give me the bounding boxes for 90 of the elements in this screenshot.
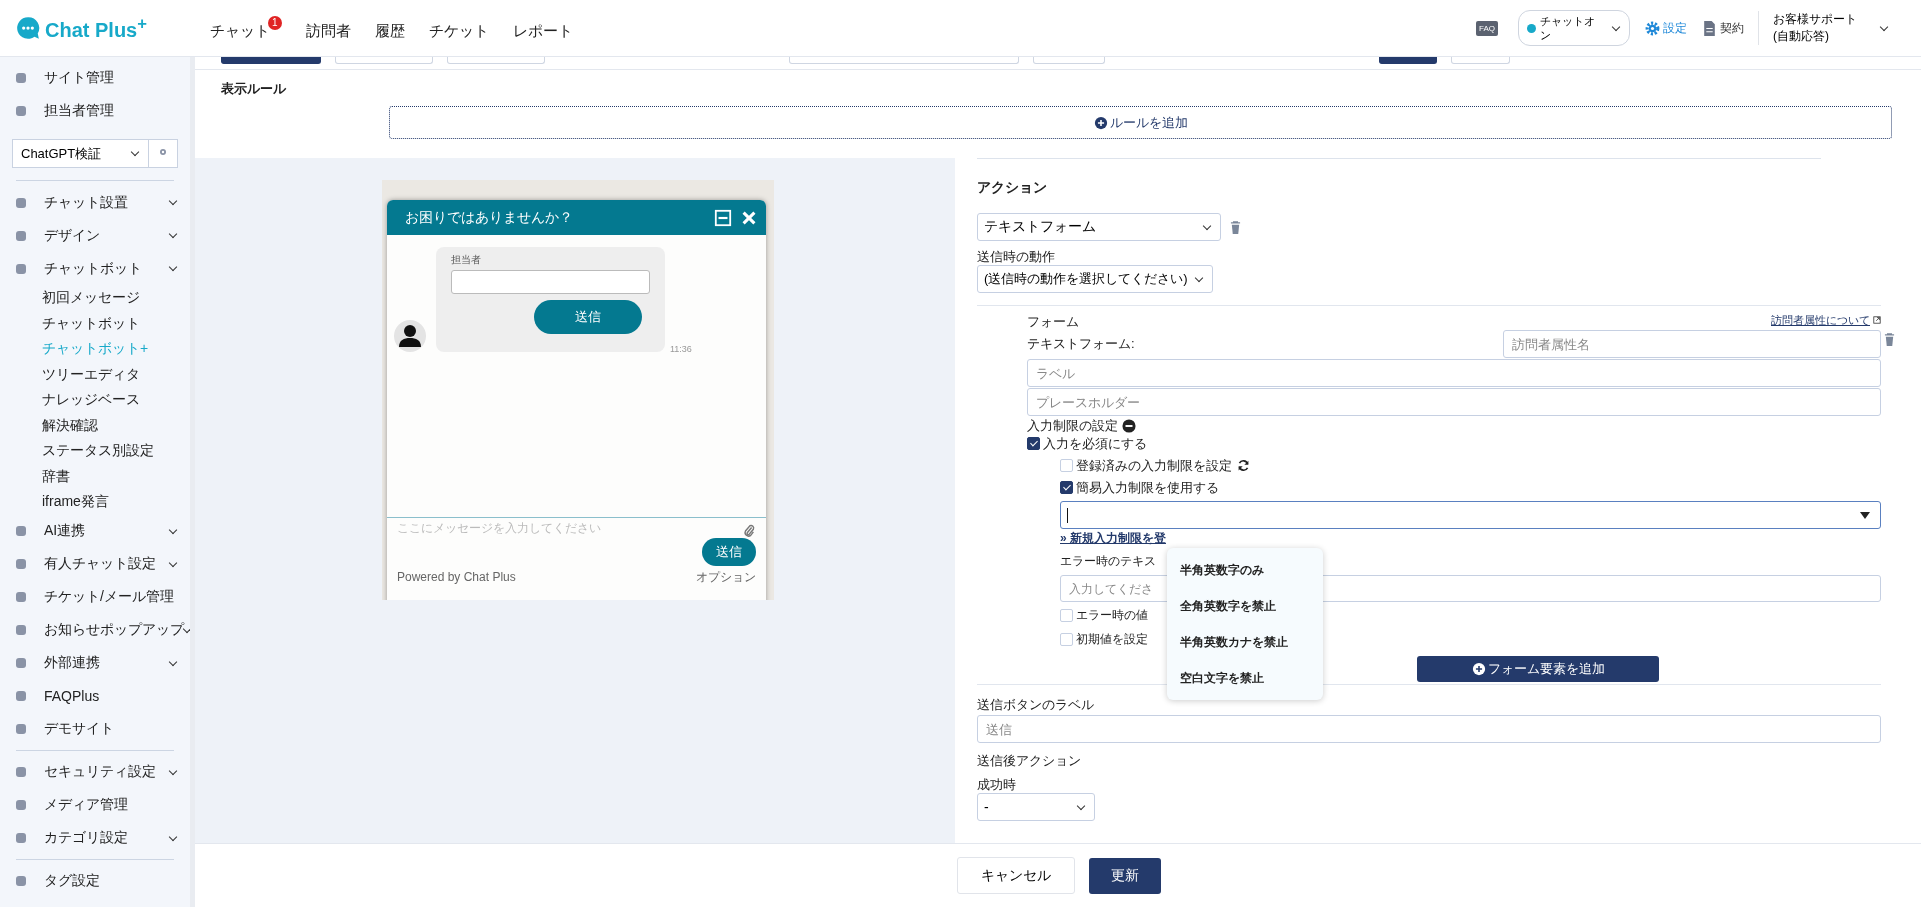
cancel-button[interactable]: キャンセル: [957, 857, 1075, 894]
faq-icon[interactable]: FAQ: [1476, 20, 1498, 36]
attribute-help-link[interactable]: 訪問者属性について: [1771, 312, 1870, 328]
send-button[interactable]: 送信: [702, 538, 756, 566]
section-title: 表示ルール: [221, 80, 287, 98]
avatar-icon: [394, 320, 426, 352]
trash-icon[interactable]: [1230, 220, 1241, 234]
sidebar-item[interactable]: チャットボット: [0, 252, 190, 285]
send-button[interactable]: 送信: [534, 300, 642, 334]
powered-by-text: Powered by Chat Plus: [397, 570, 516, 585]
field-label: テキストフォーム:: [1027, 336, 1135, 352]
input-field[interactable]: [451, 270, 650, 294]
success-action-select[interactable]: -: [977, 793, 1095, 821]
plus-circle-icon: [1093, 115, 1108, 130]
sidebar-item[interactable]: メディア管理: [0, 788, 190, 822]
sidebar-subitem[interactable]: ステータス別設定: [0, 438, 190, 464]
sidebar-item[interactable]: FAQPlus: [0, 679, 190, 713]
field-label: 送信時の動作: [977, 249, 1056, 265]
contract-link[interactable]: 契約: [1701, 19, 1744, 37]
minimize-icon[interactable]: [714, 208, 732, 227]
status-select[interactable]: チャットオン: [1518, 10, 1630, 46]
chat-title: お困りではありませんか？: [405, 208, 573, 227]
sidebar-item[interactable]: セキュリティ設定: [0, 755, 190, 789]
sidebar-item[interactable]: カテゴリ設定: [0, 821, 190, 855]
plus-circle-icon: [1471, 662, 1486, 676]
message-time: 11:36: [670, 344, 692, 354]
sidebar-item[interactable]: AI連携: [0, 514, 190, 548]
sidebar-subitem[interactable]: ツリーエディタ: [0, 361, 190, 387]
update-button[interactable]: 更新: [1089, 857, 1161, 894]
action-type-select[interactable]: テキストフォーム: [977, 213, 1221, 241]
field-label: 成功時: [977, 777, 1017, 793]
field-label: 入力制限の設定: [1027, 418, 1118, 434]
field-label: 送信後アクション: [977, 753, 1082, 769]
sidebar-item[interactable]: 担当者管理: [0, 94, 190, 127]
checkbox[interactable]: [1060, 481, 1073, 494]
sidebar-subitem[interactable]: チャットボット: [0, 310, 190, 336]
nav-link[interactable]: 履歴: [374, 15, 405, 41]
nav-link[interactable]: 訪問者: [305, 15, 351, 41]
sidebar-item[interactable]: デモサイト: [0, 712, 190, 746]
add-form-element-button[interactable]: フォーム要素を追加: [1417, 656, 1659, 682]
sidebar-subitem[interactable]: 初回メッセージ: [0, 285, 190, 311]
count-badge: 1: [268, 15, 282, 30]
sidebar-subitem[interactable]: ナレッジベース: [0, 387, 190, 413]
options-link[interactable]: オプション: [696, 570, 756, 585]
checkbox-label: 入力を必須にする: [1043, 434, 1147, 453]
section-title: アクション: [977, 179, 1048, 197]
dropdown-option[interactable]: 空白文字を禁止: [1167, 660, 1323, 696]
attribute-name-field[interactable]: 訪問者属性名: [1503, 330, 1881, 358]
add-rule-button[interactable]: ルールを追加: [389, 106, 1892, 139]
send-label-field[interactable]: 送信: [977, 715, 1881, 743]
field-label: エラー時のテキス: [1060, 553, 1157, 569]
checkbox-label: 初期値を設定: [1076, 631, 1148, 648]
trash-icon[interactable]: [1884, 333, 1895, 346]
checkbox-label: 登録済みの入力制限を設定: [1076, 456, 1232, 475]
placeholder-field[interactable]: プレースホルダー: [1027, 388, 1881, 416]
user-menu[interactable]: お客様サポート(自動応答): [1773, 11, 1891, 45]
checkbox-label: 簡易入力制限を使用する: [1076, 478, 1219, 497]
sidebar-item[interactable]: 有人チャット設定: [0, 547, 190, 581]
settings-link[interactable]: 設定: [1644, 19, 1687, 37]
dropdown-option[interactable]: 半角英数カナを禁止: [1167, 624, 1323, 660]
sidebar-subitem[interactable]: 解決確認: [0, 412, 190, 438]
field-label: フォーム: [1027, 314, 1079, 330]
checkbox-label: エラー時の値: [1076, 607, 1148, 624]
new-restriction-link[interactable]: » 新規入力制限を登: [1060, 530, 1166, 547]
sidebar-item[interactable]: タグ設定: [0, 864, 190, 898]
sidebar-subitem[interactable]: iframe発言: [0, 489, 190, 515]
chat-bubble-logo-icon: [15, 15, 41, 41]
field-label: 送信ボタンのラベル: [977, 697, 1095, 713]
checkbox[interactable]: [1027, 437, 1040, 450]
on-send-select[interactable]: (送信時の動作を選択してください): [977, 265, 1213, 293]
minus-circle-icon[interactable]: [1122, 419, 1136, 433]
external-link-icon: [1873, 316, 1881, 324]
refresh-icon[interactable]: [1237, 459, 1250, 472]
field-label: 担当者: [451, 253, 482, 267]
restriction-combo-field[interactable]: [1060, 501, 1881, 529]
nav-link[interactable]: レポート: [512, 15, 573, 41]
logo-text: Chat Plus$^{+}$: [45, 14, 147, 42]
toolbar-field[interactable]: [789, 57, 1019, 64]
label-field[interactable]: ラベル: [1027, 359, 1881, 387]
nav-link[interactable]: チャット: [210, 15, 270, 41]
sidebar-item[interactable]: チケット/メール管理: [0, 580, 190, 614]
paperclip-icon[interactable]: [742, 524, 756, 538]
sidebar-item[interactable]: サイト管理: [0, 61, 190, 94]
document-icon: [1701, 19, 1718, 37]
sidebar-subitem[interactable]: 辞書: [0, 463, 190, 489]
status-dot-icon: [1527, 23, 1536, 33]
sidebar-item[interactable]: 外部連携: [0, 646, 190, 680]
sidebar-item[interactable]: デザイン: [0, 219, 190, 252]
nav-link[interactable]: チケット: [428, 15, 489, 41]
sidebar-item[interactable]: チャット設置: [0, 186, 190, 219]
